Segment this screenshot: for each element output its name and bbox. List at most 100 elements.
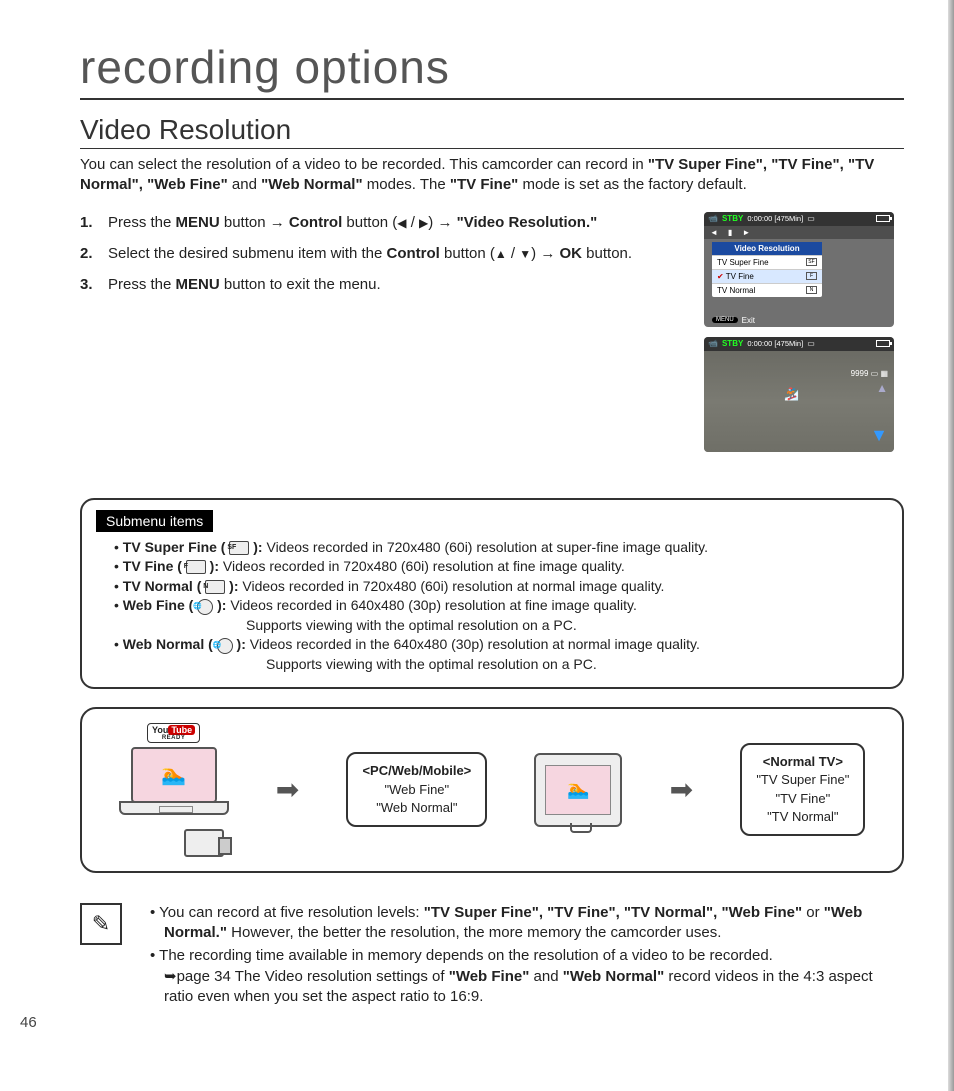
camcorder-menu-screen: 📹 STBY 0:00:00 [475Min] ▭ ◄ ▮ ► Video Re… [704, 212, 894, 327]
skier-icon: 🏂 [784, 387, 799, 401]
camcorder-preview-screen: 📹 STBY 0:00:00 [475Min] ▭ 9999 ▭ ▦ 🏂 ▲ ▼ [704, 337, 894, 452]
stby-label: STBY [722, 214, 743, 223]
stby-label: STBY [722, 339, 743, 348]
web-normal-icon: 🌐 [217, 638, 233, 654]
note-text: and [534, 968, 563, 985]
note-text: page 34 The Video resolution settings of [177, 968, 449, 985]
right-arrow-icon [419, 214, 428, 231]
card-title: <Normal TV> [763, 754, 843, 769]
exit-bar: MENU Exit [712, 316, 755, 325]
note-text: The recording time available in memory d… [159, 947, 773, 964]
submenu-desc: Videos recorded in the 640x480 (30p) res… [250, 636, 700, 652]
card-line: "Web Fine" [385, 782, 450, 797]
resolution-flow-box: YouTube READY 🏊 ➡ <PC/Web/Mobile> "Web F… [80, 707, 904, 873]
steps-list: 1. Press the MENU button → Control butto… [80, 212, 686, 452]
card-line: "TV Normal" [767, 809, 838, 824]
step-text: Press the [108, 214, 176, 231]
note-text: You can record at five resolution levels… [159, 904, 424, 921]
intro-text: modes. The [367, 176, 450, 193]
step-text: button to exit the menu. [224, 276, 381, 293]
intro-default-mode: "TV Fine" [450, 176, 518, 193]
quality-n-icon: N [205, 580, 225, 594]
submenu-name: TV Normal ( [123, 578, 205, 594]
battery-icon [876, 340, 890, 347]
menu-title: Video Resolution [712, 242, 822, 255]
battery-icon [876, 215, 890, 222]
step-2: 2. Select the desired submenu item with … [80, 243, 686, 264]
laptop-icon: 🏊 [119, 747, 229, 825]
compass-down-icon: ▼ [870, 425, 888, 446]
card-icon: ▭ [807, 339, 815, 348]
card-line: "TV Fine" [775, 791, 830, 806]
compass-up-icon: ▲ [876, 381, 888, 395]
quality-sf-icon: SF [806, 258, 817, 266]
step-text: / [507, 245, 520, 262]
menu-button-label: MENU [176, 214, 220, 231]
web-option-card: <PC/Web/Mobile> "Web Fine" "Web Normal" [346, 752, 487, 827]
step-text: / [407, 214, 420, 231]
quality-n-icon: N [806, 286, 817, 294]
step-text: Press the [108, 276, 176, 293]
card-title: <PC/Web/Mobile> [362, 763, 471, 778]
status-bar: 📹 STBY 0:00:00 [475Min] ▭ [704, 337, 894, 351]
exit-label: Exit [742, 316, 755, 325]
intro-text: You can select the resolution of a video… [80, 156, 648, 173]
submenu-name: Web Fine ( [123, 597, 197, 613]
submenu-item: Web Fine ( 🌐 ): Videos recorded in 640x4… [114, 596, 888, 616]
ok-button-label: OK [560, 245, 583, 262]
laptop-screen: 🏊 [131, 747, 217, 803]
step-text: button → [224, 214, 289, 231]
step-text: Select the desired submenu item with the [108, 245, 386, 262]
time-remaining: 0:00:00 [475Min] [747, 339, 803, 348]
note-item: The recording time available in memory d… [140, 946, 904, 1008]
step-text: button ( [444, 245, 495, 262]
step-number: 1. [80, 212, 108, 233]
step-text: ) → [531, 245, 559, 262]
quality-sf-icon: SF [229, 541, 249, 555]
intro-text: and [232, 176, 261, 193]
submenu-name: TV Super Fine ( [123, 539, 230, 555]
step-text: button ( [346, 214, 397, 231]
status-bar: 📹 STBY 0:00:00 [475Min] ▭ [704, 212, 894, 226]
menu-button-label: MENU [176, 276, 220, 293]
laptop-base [119, 801, 229, 815]
nav-right-icon: ► [742, 228, 750, 237]
youtube-ready-badge: YouTube READY [147, 723, 200, 743]
control-button-label: Control [386, 245, 439, 262]
nav-left-icon: ◄ [710, 228, 718, 237]
submenu-list: Web Normal ( 🌐 ): Videos recorded in the… [96, 635, 888, 655]
flow-arrow-icon: ➡ [276, 773, 299, 806]
menu-item-tv-super-fine: TV Super Fine SF [712, 255, 822, 269]
step-1: 1. Press the MENU button → Control butto… [80, 212, 686, 233]
card-line: "TV Super Fine" [756, 772, 849, 787]
intro-text: mode is set as the factory default. [522, 176, 746, 193]
mode-icon: ▮ [728, 228, 732, 237]
submenu-item: TV Fine ( F ): Videos recorded in 720x48… [114, 557, 888, 577]
notes-row: ✎ You can record at five resolution leve… [80, 903, 904, 1010]
web-fine-icon: 🌐 [197, 599, 213, 615]
support-line: Supports viewing with the optimal resolu… [96, 655, 888, 675]
video-resolution-label: "Video Resolution." [457, 214, 598, 231]
tv-option-card: <Normal TV> "TV Super Fine" "TV Fine" "T… [740, 743, 865, 836]
notes-list: You can record at five resolution levels… [140, 903, 904, 1010]
menu-item-tv-normal: TV NormalN [712, 283, 822, 297]
submenu-item: Web Normal ( 🌐 ): Videos recorded in the… [114, 635, 888, 655]
icons-bar: ◄ ▮ ► [704, 226, 894, 239]
note-icon: ✎ [80, 903, 122, 945]
submenu-box: Submenu items TV Super Fine ( SF ): Vide… [80, 498, 904, 689]
menu-item-label: TV Super Fine [717, 258, 769, 267]
preview-image: 9999 ▭ ▦ 🏂 ▲ ▼ [704, 351, 894, 452]
support-line: Supports viewing with the optimal resolu… [96, 616, 888, 636]
photo-counter: 9999 ▭ ▦ [851, 369, 888, 378]
submenu-item: TV Super Fine ( SF ): Videos recorded in… [114, 538, 888, 558]
page-ref-icon [164, 968, 177, 985]
note-modes: "TV Super Fine", "TV Fine", "TV Normal",… [424, 904, 802, 921]
youtube-ready-label: READY [152, 735, 195, 741]
submenu-list: TV Super Fine ( SF ): Videos recorded in… [96, 538, 888, 616]
note-mode: "Web Normal" [563, 968, 664, 985]
menu-panel: Video Resolution TV Super FineSF ✔ TV Fi… [712, 242, 822, 297]
down-arrow-icon [519, 245, 531, 262]
tv-screen: 🏊 [545, 765, 611, 815]
page-gutter [948, 0, 954, 1091]
note-mode: "Web Fine" [449, 968, 530, 985]
